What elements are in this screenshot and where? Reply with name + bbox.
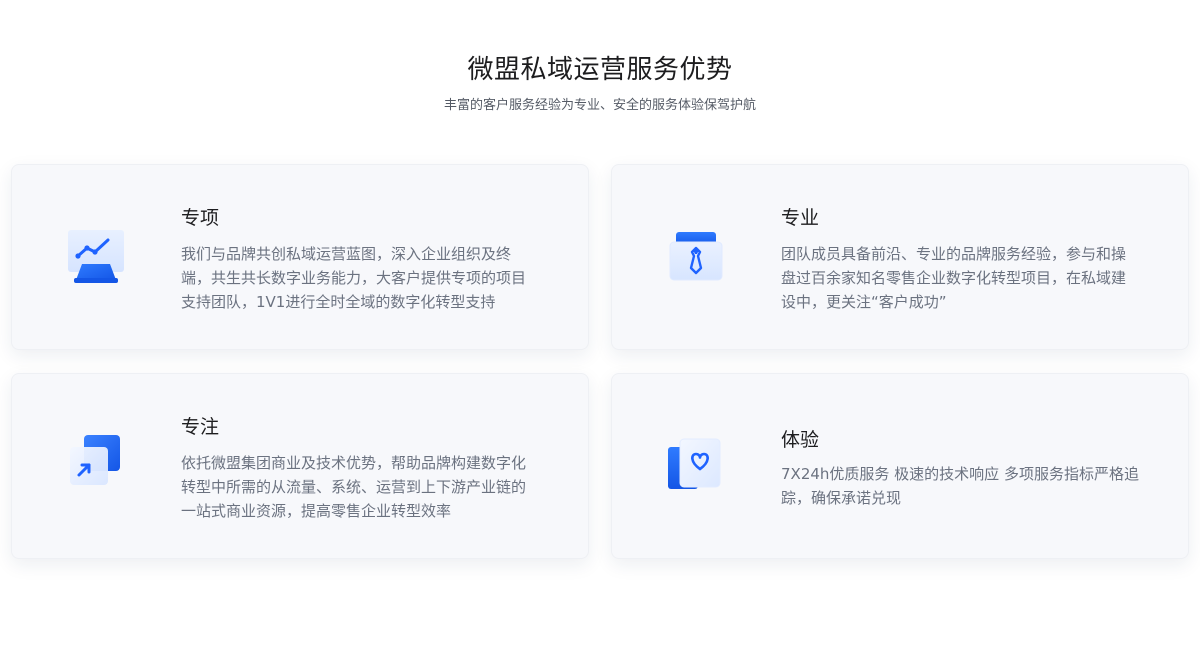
card-description: 依托微盟集团商业及技术优势，帮助品牌构建数字化转型中所需的从流量、系统、运营到上… (181, 454, 527, 520)
card-heading: 专业 (781, 207, 820, 229)
tie-badge-icon (660, 220, 732, 292)
advantage-card-focused: 专注 依托微盟集团商业及技术优势，帮助品牌构建数字化转型中所需的从流量、系统、运… (11, 373, 589, 559)
page-title: 微盟私域运营服务优势 (467, 55, 733, 85)
card-heading: 专注 (181, 416, 220, 438)
card-description: 团队成员具备前沿、专业的品牌服务经验，参与和操盘过百余家知名零售企业数字化转型项… (781, 245, 1127, 311)
card-description: 7X24h优质服务 极速的技术响应 多项服务指标严格追踪，确保承诺兑现 (781, 465, 1139, 507)
card-heading: 专项 (181, 207, 220, 229)
advantage-card-experience: 体验 7X24h优质服务 极速的技术响应 多项服务指标严格追踪，确保承诺兑现 (611, 373, 1189, 559)
advantage-card-specialized: 专项 我们与品牌共创私域运营蓝图，深入企业组织及终端，共生共长数字业务能力，大客… (11, 164, 589, 350)
chart-laptop-icon (60, 220, 132, 292)
card-heading: 体验 (781, 429, 820, 451)
advantage-card-professional: 专业 团队成员具备前沿、专业的品牌服务经验，参与和操盘过百余家知名零售企业数字化… (611, 164, 1189, 350)
page: 微盟私域运营服务优势 丰富的客户服务经验为专业、安全的服务体验保驾护航 专项 我… (0, 0, 1200, 665)
heart-card-icon (660, 429, 732, 501)
page-subtitle: 丰富的客户服务经验为专业、安全的服务体验保驾护航 (443, 98, 756, 113)
arrow-card-icon (60, 429, 132, 501)
card-description: 我们与品牌共创私域运营蓝图，深入企业组织及终端，共生共长数字业务能力，大客户提供… (181, 245, 527, 311)
